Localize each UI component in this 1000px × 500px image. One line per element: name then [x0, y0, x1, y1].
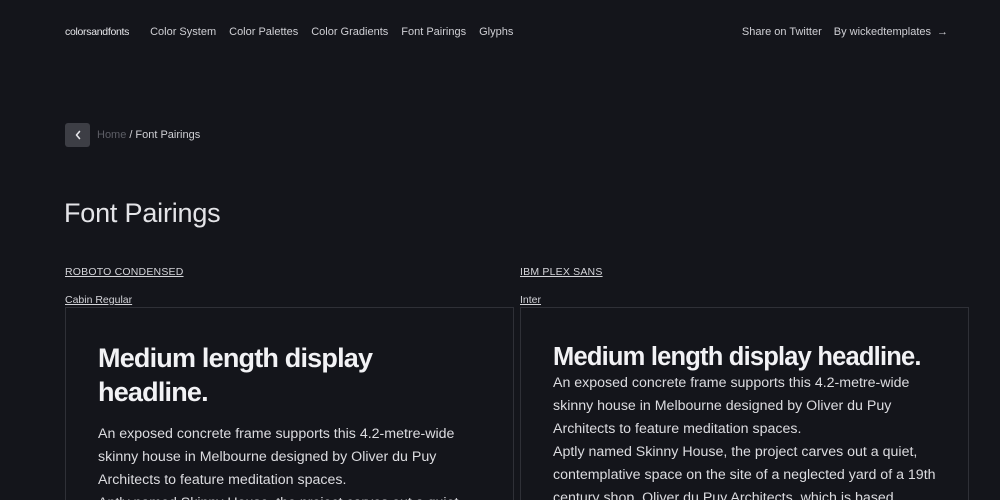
- nav-link-glyphs[interactable]: Glyphs: [479, 26, 513, 38]
- breadcrumb-current: Font Pairings: [135, 129, 201, 141]
- heading-font-link[interactable]: IBM PLEX SANS: [520, 265, 969, 279]
- body-font-link[interactable]: Inter: [520, 293, 969, 307]
- font-sample-box: Medium length display headline. An expos…: [520, 307, 969, 500]
- nav-link-font-pairings[interactable]: Font Pairings: [401, 26, 466, 38]
- arrow-right-icon: →: [937, 26, 948, 38]
- by-wickedtemplates-link[interactable]: By wickedtemplates →: [834, 26, 948, 38]
- breadcrumb-home-link[interactable]: Home: [97, 129, 126, 141]
- main-nav: Color System Color Palettes Color Gradie…: [150, 26, 513, 38]
- nav-link-color-gradients[interactable]: Color Gradients: [311, 26, 388, 38]
- chevron-left-icon: [75, 130, 80, 140]
- pairing-card-roboto-cabin: ROBOTO CONDENSED Cabin Regular Medium le…: [65, 265, 514, 500]
- share-twitter-link[interactable]: Share on Twitter: [742, 26, 822, 38]
- back-button[interactable]: [65, 123, 90, 147]
- pairing-card-ibm-inter: IBM PLEX SANS Inter Medium length displa…: [520, 265, 969, 500]
- sample-paragraph: An exposed concrete frame supports this …: [553, 375, 910, 437]
- breadcrumb: Home / Font Pairings: [65, 123, 200, 147]
- heading-font-link[interactable]: ROBOTO CONDENSED: [65, 265, 514, 279]
- breadcrumb-separator: /: [129, 129, 133, 141]
- by-wickedtemplates-label: By wickedtemplates: [833, 26, 931, 38]
- font-sample-box: Medium length display headline. An expos…: [65, 307, 514, 500]
- sample-paragraph: An exposed concrete frame supports this …: [98, 426, 455, 488]
- sample-paragraph: Aptly named Skinny House, the project ca…: [553, 444, 936, 500]
- sample-paragraph: Aptly named Skinny House, the project ca…: [98, 492, 481, 500]
- body-font-link[interactable]: Cabin Regular: [65, 293, 514, 307]
- brand-logo[interactable]: colorsandfonts: [65, 26, 129, 38]
- nav-link-color-system[interactable]: Color System: [150, 26, 216, 38]
- nav-right: Share on Twitter By wickedtemplates →: [742, 26, 948, 38]
- top-navigation: colorsandfonts Color System Color Palett…: [65, 24, 948, 40]
- nav-link-color-palettes[interactable]: Color Palettes: [229, 26, 298, 38]
- sample-headline: Medium length display headline.: [553, 343, 921, 371]
- sample-headline: Medium length display headline.: [98, 343, 373, 407]
- page-title: Font Pairings: [64, 198, 221, 228]
